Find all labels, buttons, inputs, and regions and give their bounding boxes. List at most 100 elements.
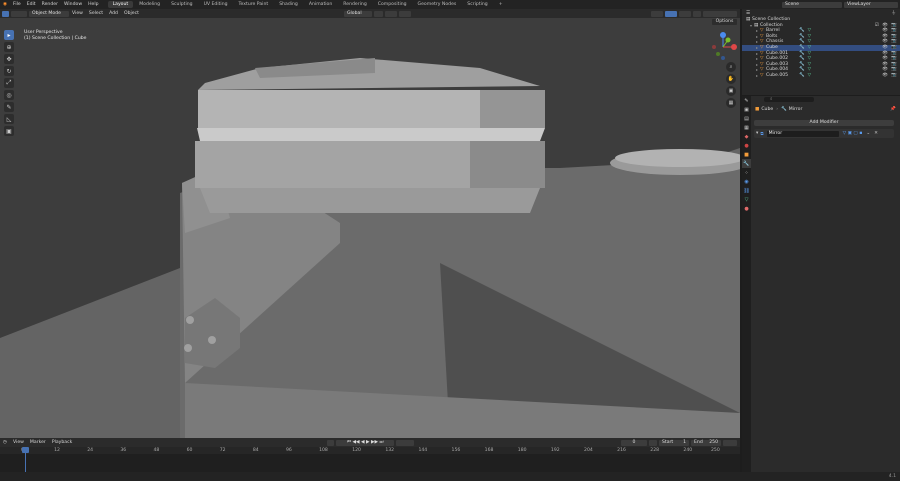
playback-controls[interactable]: ⏮ ◀◀ ◀ ▶ ▶▶ ⏭ [336,439,395,446]
data-tab-icon[interactable]: ▽ [742,195,751,204]
outliner[interactable]: ☰ ⏚ ▤ Scene Collection ▾ ▤ Collection ☑ … [742,9,900,95]
workspace-tab-compositing[interactable]: Compositing [373,1,412,8]
object-mode-dropdown[interactable]: Object Mode [29,10,69,17]
menu-add[interactable]: Add [106,9,121,18]
end-frame-field[interactable]: End 250 [691,439,721,446]
playhead[interactable] [22,447,29,472]
menu-select[interactable]: Select [86,9,106,18]
select-mode-buttons[interactable] [11,10,27,17]
proportional-edit-icon[interactable] [398,10,411,17]
end-label: End [694,439,703,445]
world-tab-icon[interactable]: ● [742,141,751,150]
particles-tab-icon[interactable]: ⁘ [742,168,751,177]
outliner-display-mode-icon[interactable]: ☰ [746,11,750,16]
timeline-area[interactable]: 0122436486072849610812013214415616818019… [0,447,740,472]
menu-render[interactable]: Render [39,0,61,9]
measure-tool-icon[interactable]: ◺ [4,114,14,124]
navigation-gizmo[interactable] [708,30,738,64]
current-frame-field[interactable]: 0 [621,439,647,446]
modifier-toggle-icons[interactable]: ▽ ▣ ▢ ▪ [843,131,863,136]
blender-logo-icon[interactable]: ◉ [0,0,10,9]
scene-tab-icon[interactable]: ◆ [742,132,751,141]
render-tab-icon[interactable]: ▣ [742,105,751,114]
visibility-icon[interactable] [651,10,663,17]
camera-view-icon[interactable]: ▣ [726,86,736,96]
snap-icon[interactable] [384,10,397,17]
scale-tool-icon[interactable]: ⤢ [4,78,14,88]
pin-icon[interactable]: 📌 [890,107,896,112]
modifier-tab-icon[interactable]: 🔧 [742,159,751,168]
transform-orientation-dropdown[interactable]: Global [343,10,372,17]
move-tool-icon[interactable]: ✥ [4,54,14,64]
timeline-editor-icon[interactable]: ◷ [0,438,10,447]
workspace-tab-animation[interactable]: Animation [304,1,337,8]
editor-type-icon[interactable] [2,10,9,17]
record-icon[interactable] [327,439,335,446]
xray-toggle-icon[interactable] [693,10,701,17]
workspace-tab-geometry-nodes[interactable]: Geometry Nodes [413,1,462,8]
add-cube-tool-icon[interactable]: ▣ [4,126,14,136]
modifier-panel[interactable]: ▾ ⧉ Mirror ▽ ▣ ▢ ▪ ⌄ ✕ [754,129,894,138]
object-tab-icon[interactable]: ■ [742,150,751,159]
cursor-tool-icon[interactable]: ⊕ [4,42,14,52]
scene-selector[interactable]: Scene [782,1,842,8]
properties-search[interactable]: ⌕ [764,97,814,102]
timeline-menu-view[interactable]: View [10,438,27,447]
keyframe-icons[interactable] [396,439,415,446]
modifier-dropdown-icon[interactable]: ⌄ [866,131,870,136]
timeline-menu-playback[interactable]: Playback [49,438,76,447]
menu-window[interactable]: Window [61,0,85,9]
constraints-tab-icon[interactable]: ⛓ [742,186,751,195]
mesh-data-icon: ▽ [807,72,812,78]
rotate-tool-icon[interactable]: ↻ [4,66,14,76]
timeline-options-icon[interactable] [723,439,737,446]
view-layer-selector[interactable]: ViewLayer [844,1,898,8]
outliner-item-cube-005[interactable]: ▸ ▽ Cube.005 🔧 ▽ 👁 📷 [742,73,900,79]
frame-tick-label: 192 [550,448,560,453]
bolt-1 [186,316,194,324]
viewport-info: User Perspective (1) Scene Collection | … [24,30,87,42]
shading-mode-buttons[interactable] [703,10,737,17]
outliner-filter-icon[interactable]: ⏚ [891,10,896,16]
options-button[interactable]: Options [712,19,737,25]
workspace-tab-sculpting[interactable]: Sculpting [166,1,197,8]
stopwatch-icon[interactable] [649,439,657,446]
physics-tab-icon[interactable]: ◉ [742,177,751,186]
workspace-tab-rendering[interactable]: Rendering [338,1,371,8]
workspace-tab-scripting[interactable]: Scripting [462,1,492,8]
menu-edit[interactable]: Edit [24,0,39,9]
workspace-tab-shading[interactable]: Shading [274,1,303,8]
material-tab-icon[interactable]: ● [742,204,751,213]
3d-viewport[interactable]: ▸ ⊕ ✥ ↻ ⤢ ◎ ✎ ◺ ▣ User Perspective (1) S… [0,18,740,438]
workspace-tab-layout[interactable]: Layout [107,1,134,8]
pivot-icon[interactable] [373,10,383,17]
timeline-menu-marker[interactable]: Marker [27,438,49,447]
tool-tab-icon[interactable]: ✎ [742,96,751,105]
workspace-tab-texture-paint[interactable]: Texture Paint [234,1,274,8]
add-modifier-button[interactable]: Add Modifier [754,120,894,126]
remove-modifier-icon[interactable]: ✕ [874,131,878,136]
visibility-icons[interactable]: 👁 📷 [882,73,898,79]
properties-editor[interactable]: ✎ ▣ ▤ ▦ ◆ ● ■ 🔧 ⁘ ◉ ⛓ ▽ ● ⌕ ■ Cube › 🔧 M… [742,96,900,472]
overlay-toggle-icon[interactable] [679,10,691,17]
menu-object[interactable]: Object [121,9,142,18]
transform-tool-icon[interactable]: ◎ [4,90,14,100]
workspace-tab-modeling[interactable]: Modeling [134,1,165,8]
start-frame-field[interactable]: Start 1 [659,439,689,446]
frame-tick-label: 216 [617,448,626,453]
workspace-tab-uv-editing[interactable]: UV Editing [199,1,233,8]
gizmo-toggle-icon[interactable] [665,10,677,17]
modifier-name-field[interactable]: Mirror [766,130,839,137]
collapse-icon[interactable]: ▾ [756,131,758,136]
menu-view[interactable]: View [69,9,86,18]
output-tab-icon[interactable]: ▤ [742,114,751,123]
add-workspace-icon[interactable]: + [494,1,508,8]
view-layer-tab-icon[interactable]: ▦ [742,123,751,132]
menu-file[interactable]: File [10,0,24,9]
zoom-icon[interactable]: ⌕ [726,62,736,72]
menu-help[interactable]: Help [85,0,101,9]
perspective-toggle-icon[interactable]: ▦ [726,98,736,108]
select-box-tool-icon[interactable]: ▸ [4,30,14,40]
pan-hand-icon[interactable]: ✋ [726,74,736,84]
annotate-tool-icon[interactable]: ✎ [4,102,14,112]
